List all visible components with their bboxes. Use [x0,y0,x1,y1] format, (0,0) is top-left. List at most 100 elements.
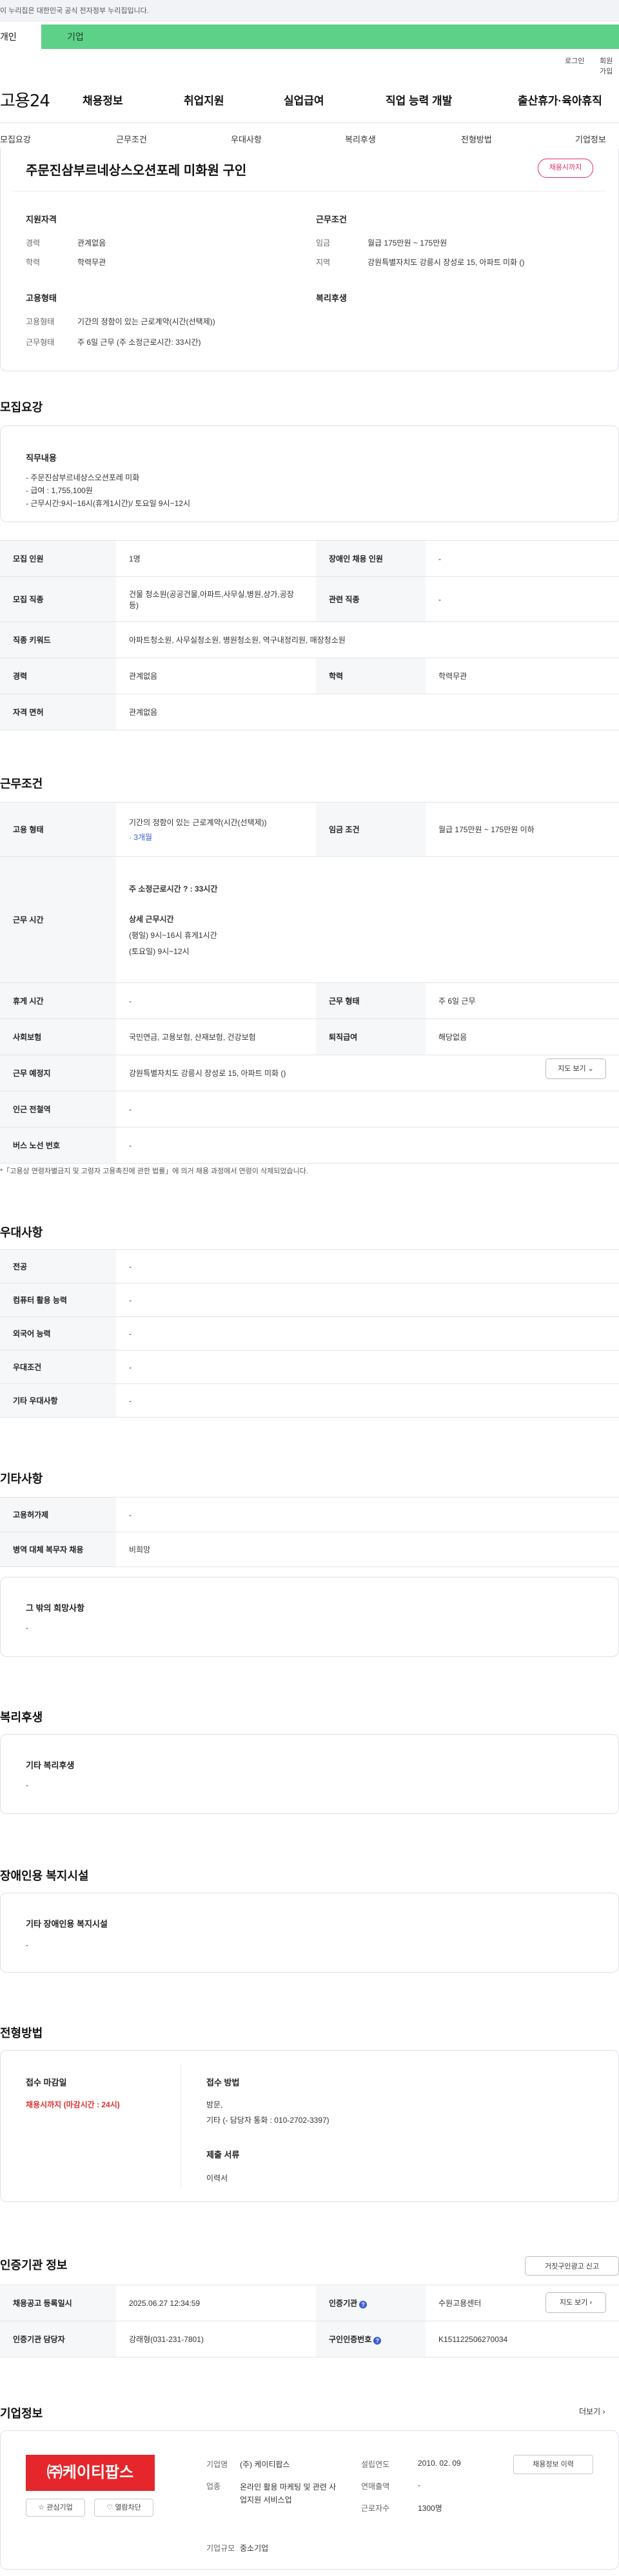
table-header: 근무 예정지 [0,1055,116,1091]
table-cell: 국민연금, 고용보험, 산재보험, 건강보험 [116,1019,316,1055]
weekly-hours: 주 소정근로시간 ? : 33시간 [129,884,218,893]
table-header: 인증기관 담당자 [0,2321,116,2357]
company-more-link[interactable]: 더보기 › [579,2406,605,2417]
map-view-button[interactable]: 지도 보기 ⌄ [545,1059,606,1079]
agency-section-title: 인증기관 정보 [0,2259,68,2272]
etc-section-title: 기타사항 [0,1472,43,1485]
login-link[interactable]: 로그인 [565,55,584,66]
table-row: 컴퓨터 활용 능력 - [0,1283,619,1317]
table-header: 인근 전철역 [0,1091,116,1127]
table-cell: 관계없음 [116,694,619,730]
conditions-section-title: 근무조건 [0,777,43,790]
table-cell: - [116,1249,619,1283]
table-cell: - [426,576,619,622]
table-cell: 학력무관 [426,658,619,694]
employees-label: 근로자수 [361,2504,390,2513]
agency-map-button[interactable]: 지도 보기 › [545,2292,606,2313]
other-wishes-value: - [26,1623,28,1632]
welfare-box-title: 기타 복리후생 [26,1761,75,1770]
docs-title: 제출 서류 [206,2150,240,2160]
career-label: 경력 [26,239,41,248]
table-header: 병역 대체 복무자 채용 [0,1532,116,1567]
block-view-button[interactable]: ♡ 열람차단 [94,2499,153,2517]
org-label: 인증기관 [329,2299,358,2308]
table-header: 버스 노선 번호 [0,1127,116,1164]
subnav-recruit[interactable]: 모집요강 [0,133,31,145]
table-cell: - [116,982,316,1019]
industry-value: 온라인 활용 마케팅 및 관련 사업지원 서비스업 [240,2483,337,2504]
selection-box [0,2050,619,2202]
industry-label: 업종 [206,2482,221,2491]
table-header: 휴게 시간 [0,982,116,1019]
subnav-preference[interactable]: 우대사항 [231,133,262,145]
table-row: 기타 우대사항 - [0,1383,619,1418]
recruit-section-title: 모집요강 [0,401,43,414]
gnb-item-skills[interactable]: 직업 능력 개발 [386,92,452,108]
docs-value: 이력서 [206,2174,228,2183]
recruit-history-button[interactable]: 채용정보 이력 [513,2455,593,2474]
etc-table: 고용허가제 - 병역 대체 복무자 채용 비희망 [0,1497,619,1567]
false-ad-report-button[interactable]: 거짓구인광고 신고 [525,2256,619,2276]
gnb-item-jobs[interactable]: 채용정보 [83,92,123,108]
info-icon[interactable]: ? [359,2301,368,2308]
site-logo[interactable]: 고용24 [0,88,50,112]
deadline-badge: 채용시까지 [538,159,593,178]
emp-period: · 3개월 [129,832,153,842]
work-form-label: 근무형태 [26,338,55,347]
established-value: 2010. 02. 09 [418,2459,461,2468]
favorite-company-button[interactable]: ☆ 관심기업 [26,2499,85,2517]
subnav-conditions[interactable]: 근무조건 [116,133,147,145]
table-cell: - [116,1383,619,1418]
table-row: 근무 시간 주 소정근로시간 ? : 33시간 상세 근무시간 (평일) 9시~… [0,856,619,983]
table-row: 휴게 시간 - 근무 형태 주 6일 근무 [0,982,619,1019]
table-row: 인증기관 담당자 강래형(031-231-7801) 구인인증번호? K1511… [0,2321,619,2357]
table-cell: K151122506270034 [426,2321,619,2357]
age-note: *「고용상 연령차별금지 및 고령자 고용촉진에 관한 법률」에 의거 채용 과… [0,1167,308,1175]
table-header: 퇴직급여 [316,1019,426,1055]
table-row: 병역 대체 복무자 채용 비희망 [0,1532,619,1567]
disability-box [0,1893,619,1973]
table-cell: - [116,1127,619,1164]
subnav-welfare[interactable]: 복리후생 [345,133,376,145]
emp-type-value: 기간의 정함이 있는 근로계약(시간(선택제)) [77,317,215,326]
wage-value: 월급 175만원 ~ 175만원 [368,239,447,248]
gov-banner: 이 누리집은 대한민국 공식 전자정부 누리집입니다. [0,0,619,22]
table-header: 모집 인원 [0,540,116,577]
hours-saturday: (토요일) 9시~12시 [129,946,190,956]
other-wishes-title: 그 밖의 희망사항 [26,1603,84,1613]
table-cell: 강래형(031-231-7801) [116,2321,316,2357]
employees-value: 1300명 [418,2504,442,2513]
tab-individual[interactable]: 개인 [0,24,41,49]
table-cell: 해당없음 [426,1019,619,1055]
method-value: 기타 (- 담당자 통화 : 010-2702-3397) [206,2116,329,2125]
other-wishes-box [0,1577,619,1657]
table-header: 사회보험 [0,1019,116,1055]
hours-weekday: (평일) 9시~16시 휴게1시간 [129,930,217,940]
table-header: 고용 형태 [0,802,116,857]
table-header: 모집 직종 [0,576,116,622]
gnb-item-unemployment-benefit[interactable]: 실업급여 [284,92,324,108]
table-cell: - [116,1497,619,1532]
table-row: 외국어 능력 - [0,1316,619,1351]
table-cell: - [116,1283,619,1317]
subnav-company[interactable]: 기업정보 [575,133,606,145]
agency-table: 채용공고 등록일시 2025.06.27 12:34:59 인증기관? 수원고용… [0,2285,619,2357]
table-cell: 2025.06.27 12:34:59 [116,2285,316,2321]
table-header: 관련 직종 [316,576,426,622]
gnb-item-leave[interactable]: 출산휴가·육아휴직 [518,92,602,108]
table-header: 경력 [0,658,116,694]
welfare-summary-title: 복리후생 [316,293,347,303]
table-header: 우대조건 [0,1350,116,1384]
subnav-selection[interactable]: 전형방법 [461,133,492,145]
tab-corporate[interactable]: 기업 [41,24,619,49]
table-header: 근무 형태 [316,982,426,1019]
table-cell: - [116,1091,619,1127]
table-cell: 아파트청소원, 사무실청소원, 병원청소원, 역구내정리원, 매장청소원 [116,621,619,658]
gnb-item-employment-support[interactable]: 취업지원 [184,92,224,108]
info-icon[interactable]: ? [373,2337,382,2345]
welfare-box [0,1734,619,1814]
signup-link[interactable]: 회원가입 [600,55,619,76]
disability-box-value: - [26,1940,28,1949]
company-scale-label: 기업규모 [206,2544,235,2553]
company-logo: ㈜케이티팝스 [26,2455,155,2491]
